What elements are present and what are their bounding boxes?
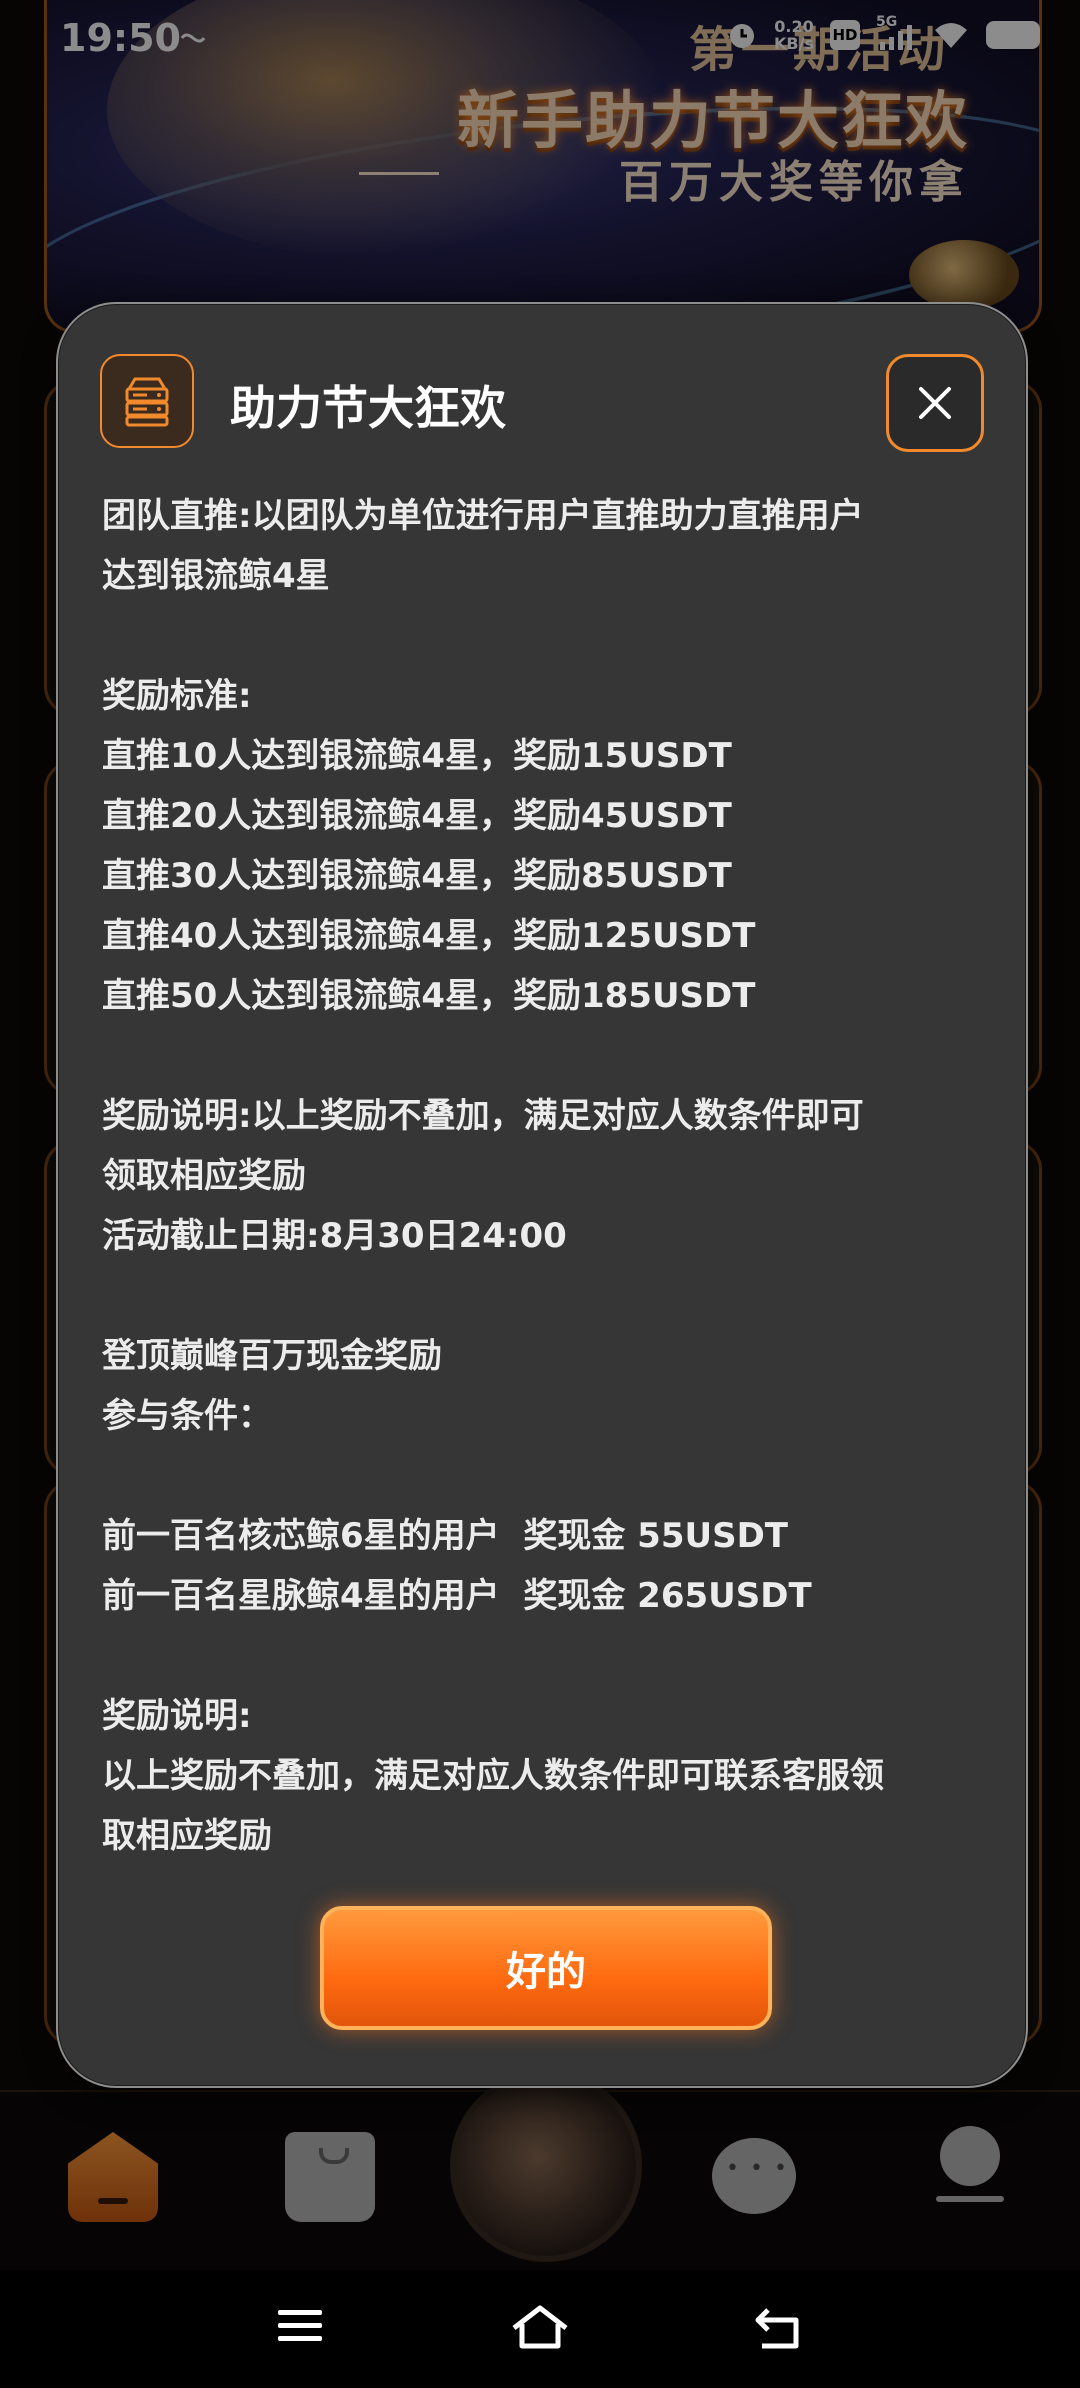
menu-icon[interactable] [276, 2304, 324, 2348]
body-line: 奖励说明:以上奖励不叠加，满足对应人数条件即可 [102, 1096, 864, 1136]
body-line: 参与条件： [102, 1396, 272, 1436]
body-line [102, 1446, 1002, 1506]
body-line: 直推20人达到银流鲸4星，奖励45USDT [102, 796, 732, 836]
body-line: 奖励标准: [102, 676, 252, 716]
body-line: 前一百名核芯鲸6星的用户 奖现金 55USDT [102, 1516, 788, 1556]
body-line [102, 606, 1002, 666]
close-button[interactable] [886, 354, 984, 452]
dialog-body: 团队直推:以团队为单位进行用户直推助力直推用户 达到银流鲸4星 奖励标准: 直推… [102, 486, 1002, 1866]
body-line: 直推50人达到银流鲸4星，奖励185USDT [102, 976, 756, 1016]
body-line: 活动截止日期:8月30日24:00 [102, 1216, 567, 1256]
back-icon[interactable] [752, 2304, 806, 2352]
body-line: 达到银流鲸4星 [102, 556, 330, 596]
body-line [102, 1626, 1002, 1686]
close-icon [919, 387, 951, 419]
body-line: 以上奖励不叠加，满足对应人数条件即可联系客服领 [102, 1756, 884, 1796]
dialog-title: 助力节大狂欢 [230, 381, 506, 435]
body-line [102, 1026, 1002, 1086]
home-outline-icon[interactable] [510, 2304, 570, 2352]
dialog-header: 助力节大狂欢 [100, 354, 984, 454]
system-navigation-bar [0, 2270, 1080, 2388]
body-line: 取相应奖励 [102, 1816, 272, 1856]
body-line: 前一百名星脉鲸4星的用户 奖现金 265USDT [102, 1576, 812, 1616]
ok-button[interactable]: 好的 [320, 1906, 772, 2030]
body-line: 团队直推:以团队为单位进行用户直推助力直推用户 [102, 496, 864, 536]
body-line [102, 1266, 1002, 1326]
body-line: 领取相应奖励 [102, 1156, 306, 1196]
body-line: 直推40人达到银流鲸4星，奖励125USDT [102, 916, 756, 956]
body-line: 直推10人达到银流鲸4星，奖励15USDT [102, 736, 732, 776]
body-line: 直推30人达到银流鲸4星，奖励85USDT [102, 856, 732, 896]
body-line: 奖励说明: [102, 1696, 252, 1736]
server-stack-icon [100, 354, 194, 448]
body-line: 登顶巅峰百万现金奖励 [102, 1336, 442, 1376]
promo-dialog: 助力节大狂欢 团队直推:以团队为单位进行用户直推助力直推用户 达到银流鲸4星 奖… [56, 302, 1028, 2088]
